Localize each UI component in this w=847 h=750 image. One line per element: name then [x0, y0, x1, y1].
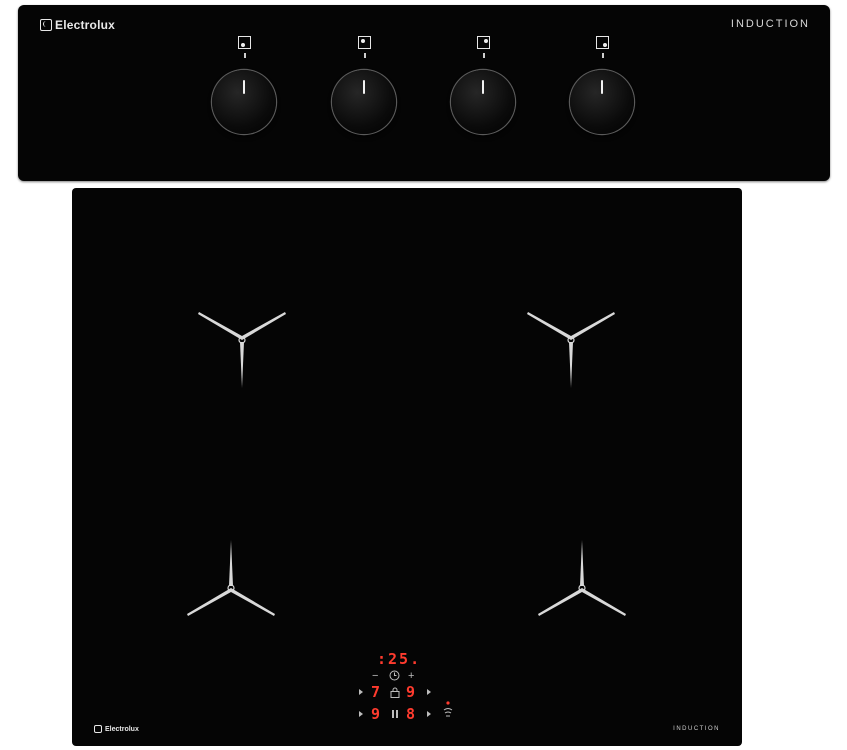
knob-pointer: [601, 80, 603, 94]
knob-group-front-right: [569, 36, 639, 140]
zone-front-right-icon: [596, 36, 609, 49]
knob-front-left[interactable]: [332, 70, 396, 134]
lock-icon[interactable]: [390, 687, 400, 701]
knob-group-rear-right: [450, 36, 520, 140]
zone-level-bottom-left: 9: [371, 705, 381, 723]
knob-group-rear-left: [211, 36, 281, 140]
hob2hood-icon[interactable]: [443, 700, 453, 723]
knob-marker: [483, 53, 485, 58]
knob-rear-left[interactable]: [212, 70, 276, 134]
brand-name-hob: Electrolux: [105, 725, 139, 733]
zone-level-top-right: 9: [406, 683, 416, 701]
zone-rear-left-icon: [238, 36, 251, 49]
brand-name: Electrolux: [55, 18, 116, 32]
knob-marker: [244, 53, 246, 58]
zone-front-left-icon: [358, 36, 371, 49]
timer-display: :25.: [377, 650, 422, 668]
knob-marker: [602, 53, 604, 58]
induction-label-hob: INDUCTION: [673, 726, 720, 732]
knob-pointer: [363, 80, 365, 94]
zone-arrow-icon[interactable]: [359, 689, 363, 695]
knob-pointer: [243, 80, 245, 94]
control-panel: Electrolux INDUCTION: [18, 5, 830, 181]
clock-icon[interactable]: [389, 670, 400, 684]
zone-level-top-left: 7: [371, 683, 381, 701]
knob-marker: [364, 53, 366, 58]
zone-marking-rear-left-icon: [192, 290, 292, 390]
zone-marking-front-left-icon: [181, 538, 281, 638]
zone-level-bottom-right: 8: [406, 705, 416, 723]
induction-label: INDUCTION: [730, 18, 810, 30]
zone-marking-front-right-icon: [532, 538, 632, 638]
induction-hob-glass: :25. − + 7 9 9 8 Electrolux INDUCTION: [72, 188, 742, 746]
electrolux-logo-icon: [94, 725, 102, 733]
knob-front-right[interactable]: [570, 70, 634, 134]
knob-pointer: [482, 80, 484, 94]
zone-arrow-icon[interactable]: [359, 711, 363, 717]
brand-logo-hob: Electrolux: [94, 725, 139, 733]
zone-arrow-icon[interactable]: [427, 689, 431, 695]
timer-plus-button[interactable]: +: [408, 671, 414, 682]
pause-icon[interactable]: [391, 709, 399, 722]
knob-group-front-left: [331, 36, 401, 140]
zone-arrow-icon[interactable]: [427, 711, 431, 717]
zone-marking-rear-right-icon: [521, 290, 621, 390]
knob-rear-right[interactable]: [451, 70, 515, 134]
zone-rear-right-icon: [477, 36, 490, 49]
timer-minus-button[interactable]: −: [372, 671, 378, 682]
electrolux-logo-icon: [40, 19, 52, 31]
brand-logo: Electrolux: [40, 18, 115, 32]
